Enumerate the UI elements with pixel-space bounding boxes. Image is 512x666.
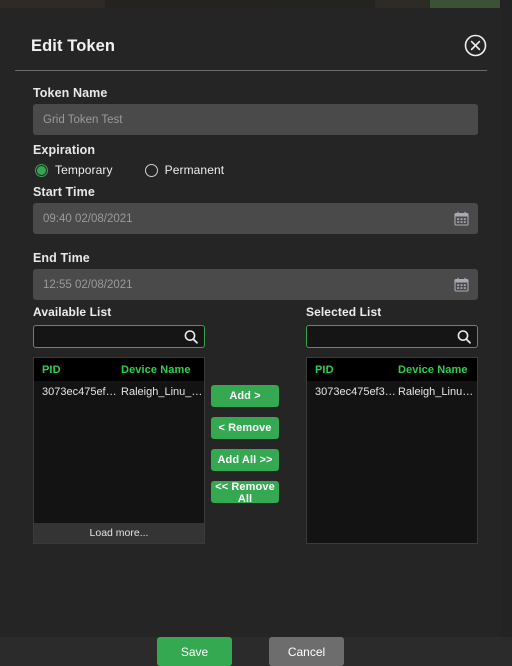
column-header-device-name[interactable]: Device Name [398, 364, 477, 376]
start-time-label: Start Time [33, 185, 95, 199]
close-icon[interactable] [464, 34, 487, 57]
background-segment [375, 0, 430, 8]
expiration-label: Expiration [33, 143, 96, 157]
column-header-device-name[interactable]: Device Name [121, 364, 204, 376]
column-header-pid[interactable]: PID [34, 364, 121, 376]
save-button[interactable]: Save [157, 637, 232, 666]
end-time-label: End Time [33, 251, 90, 265]
selected-list-header-row: PID Device Name [307, 358, 477, 381]
add-button[interactable]: Add > [211, 385, 279, 407]
table-row[interactable]: 3073ec475ef395... Raleigh_Linu_Pac [34, 381, 204, 403]
dialog-header: Edit Token [0, 8, 501, 58]
remove-button[interactable]: < Remove [211, 417, 279, 439]
header-divider [15, 70, 487, 71]
search-icon[interactable] [183, 329, 199, 345]
right-edge-rail [501, 0, 512, 637]
selected-list-title: Selected List [306, 305, 382, 319]
radio-permanent-indicator [144, 163, 158, 177]
available-list-panel: Available List PID Device Name 3073ec475… [33, 305, 205, 544]
dialog-title: Edit Token [31, 37, 116, 55]
cell-device-name: Raleigh_Linu_Pac [121, 386, 204, 398]
radio-permanent-label: Permanent [164, 163, 225, 177]
background-green-button-partial [430, 0, 500, 8]
edit-token-dialog: Edit Token Token Name Expiration Tempo [0, 8, 501, 666]
available-list-grid: PID Device Name 3073ec475ef395... Raleig… [33, 357, 205, 544]
selected-list-grid: PID Device Name 3073ec475ef395... Raleig… [306, 357, 478, 544]
dialog-footer: Save Cancel [0, 637, 501, 666]
radio-permanent[interactable]: Permanent [144, 163, 225, 177]
remove-all-button[interactable]: << Remove All [211, 481, 279, 505]
cell-pid: 3073ec475ef395... [315, 386, 398, 398]
cell-device-name: Raleigh_Linu_SDI [397, 386, 477, 398]
background-segment [0, 0, 105, 8]
token-name-label: Token Name [33, 86, 108, 100]
selected-list-search[interactable] [306, 325, 478, 348]
available-list-search-input[interactable] [34, 326, 204, 347]
token-name-input[interactable] [33, 104, 478, 135]
available-list-search[interactable] [33, 325, 205, 348]
available-list-header-row: PID Device Name [34, 358, 204, 381]
load-more-button[interactable]: Load more... [34, 523, 204, 543]
background-segment [280, 0, 375, 8]
selected-list-panel: Selected List PID Device Name 3073ec475e… [306, 305, 478, 544]
end-time-input[interactable] [33, 269, 478, 300]
selected-list-search-input[interactable] [307, 326, 477, 347]
available-list-title: Available List [33, 305, 112, 319]
calendar-icon[interactable] [454, 211, 469, 226]
background-segment [105, 0, 280, 8]
radio-temporary-indicator [35, 163, 48, 177]
transfer-buttons-group: Add > < Remove Add All >> << Remove All [211, 385, 279, 505]
add-all-button[interactable]: Add All >> [211, 449, 279, 471]
table-row[interactable]: 3073ec475ef395... Raleigh_Linu_SDI [307, 381, 477, 403]
column-header-pid[interactable]: PID [307, 364, 398, 376]
start-time-input[interactable] [33, 203, 478, 234]
background-app-strip [0, 0, 512, 8]
cancel-button[interactable]: Cancel [269, 637, 344, 666]
search-icon[interactable] [456, 329, 472, 345]
calendar-icon[interactable] [454, 277, 469, 292]
radio-temporary-label: Temporary [55, 163, 113, 177]
radio-temporary[interactable]: Temporary [35, 163, 113, 177]
cell-pid: 3073ec475ef395... [42, 386, 121, 398]
